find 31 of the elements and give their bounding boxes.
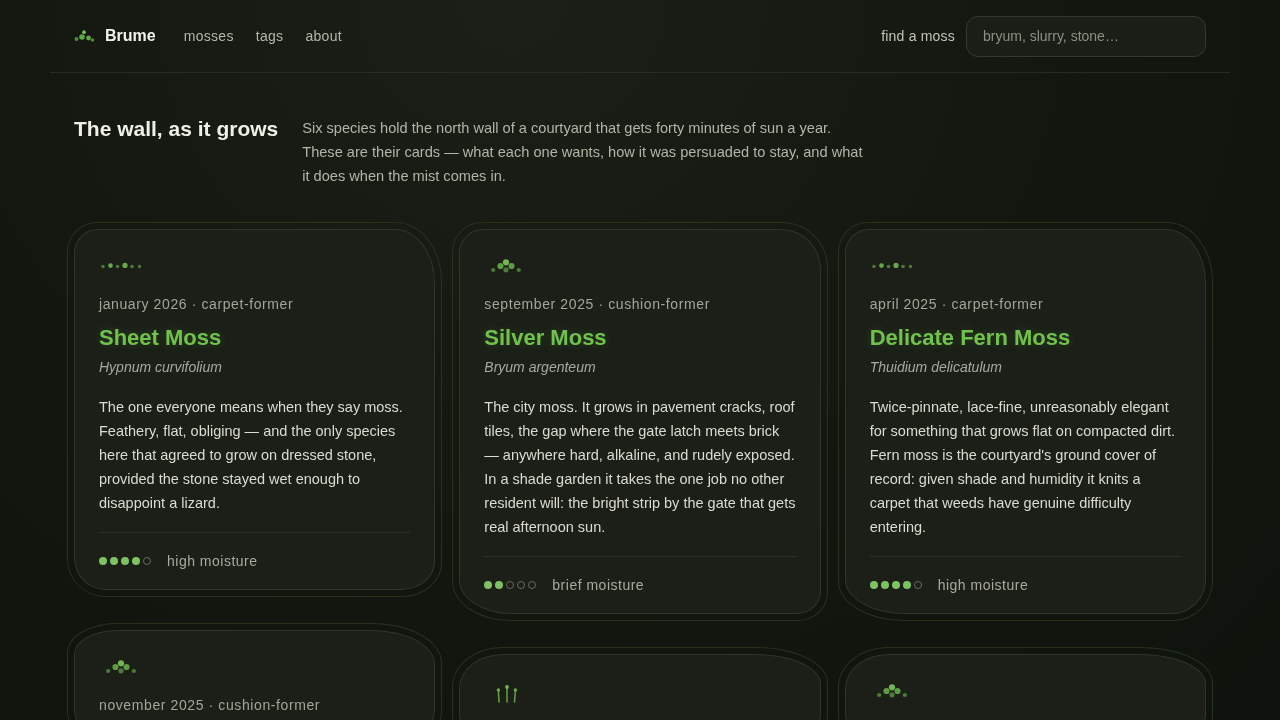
latin-name: Hypnum curvifolium: [99, 358, 223, 377]
moisture-label: high moisture: [937, 576, 1029, 595]
moss-name: Silver Moss: [484, 324, 608, 352]
moss-description: The one everyone means when they say moss. Feathery, flat, obliging — and the only species here that agreed to grow on dressed stone, provided the stone stayed wet enough to disappoint a lizard.: [99, 398, 404, 513]
moss-description: Twice-pinnate, lace-fine, unreasonably elegant for something that grows flat on compacted dirt. Fern moss is the courtyard's ground cover of record: given shade and humidity it knits a carpet that weeds have genuine difficulty entering.: [869, 398, 1177, 537]
intro-paragraph: Six species hold the north wall of a courtyard that gets forty minutes of sun a year. These are their cards — what each one wants, how it was persuaded to stay, and what it does when the mist comes in.: [302, 119, 864, 186]
brand-link[interactable]: Brume: [105, 27, 156, 45]
dots-logo-icon: [74, 30, 95, 42]
nav-link[interactable]: tags: [255, 28, 284, 44]
card-meta: november 2025 · cushion-former: [99, 696, 322, 715]
nav-link[interactable]: about: [305, 28, 342, 44]
dot-row-icon: [871, 262, 913, 270]
dot-cluster-icon: [106, 660, 136, 674]
nav-link[interactable]: mosses: [183, 28, 234, 44]
latin-name: Bryum argenteum: [484, 358, 597, 377]
stalks-icon: [495, 685, 520, 703]
moisture-label: high moisture: [167, 552, 258, 571]
moisture-label: brief moisture: [552, 576, 645, 595]
dot-cluster-icon: [491, 259, 522, 273]
page-title: The wall, as it grows: [74, 116, 279, 142]
latin-name: Thuidium delicatulum: [869, 358, 1003, 377]
search-label: find a moss: [881, 28, 955, 44]
card-meta: january 2026 · carpet-former: [99, 295, 295, 314]
card-meta: april 2025 · carpet-former: [869, 295, 1045, 314]
moss-name: Delicate Fern Moss: [869, 324, 1072, 352]
dot-row-icon: [101, 262, 142, 270]
search-field[interactable]: bryum, slurry, stone…: [966, 15, 1206, 57]
card-meta: september 2025 · cushion-former: [484, 295, 711, 314]
dot-cluster-icon: [876, 684, 907, 698]
moss-description: The city moss. It grows in pavement cracks, roof tiles, the gap where the gate latch meets brick — anywhere hard, alkaline, and rudely exposed. In a shade garden it takes the one job no other resident will: the bright strip by the gate that gets real afternoon sun.: [484, 398, 796, 537]
moss-name: Sheet Moss: [99, 324, 223, 352]
